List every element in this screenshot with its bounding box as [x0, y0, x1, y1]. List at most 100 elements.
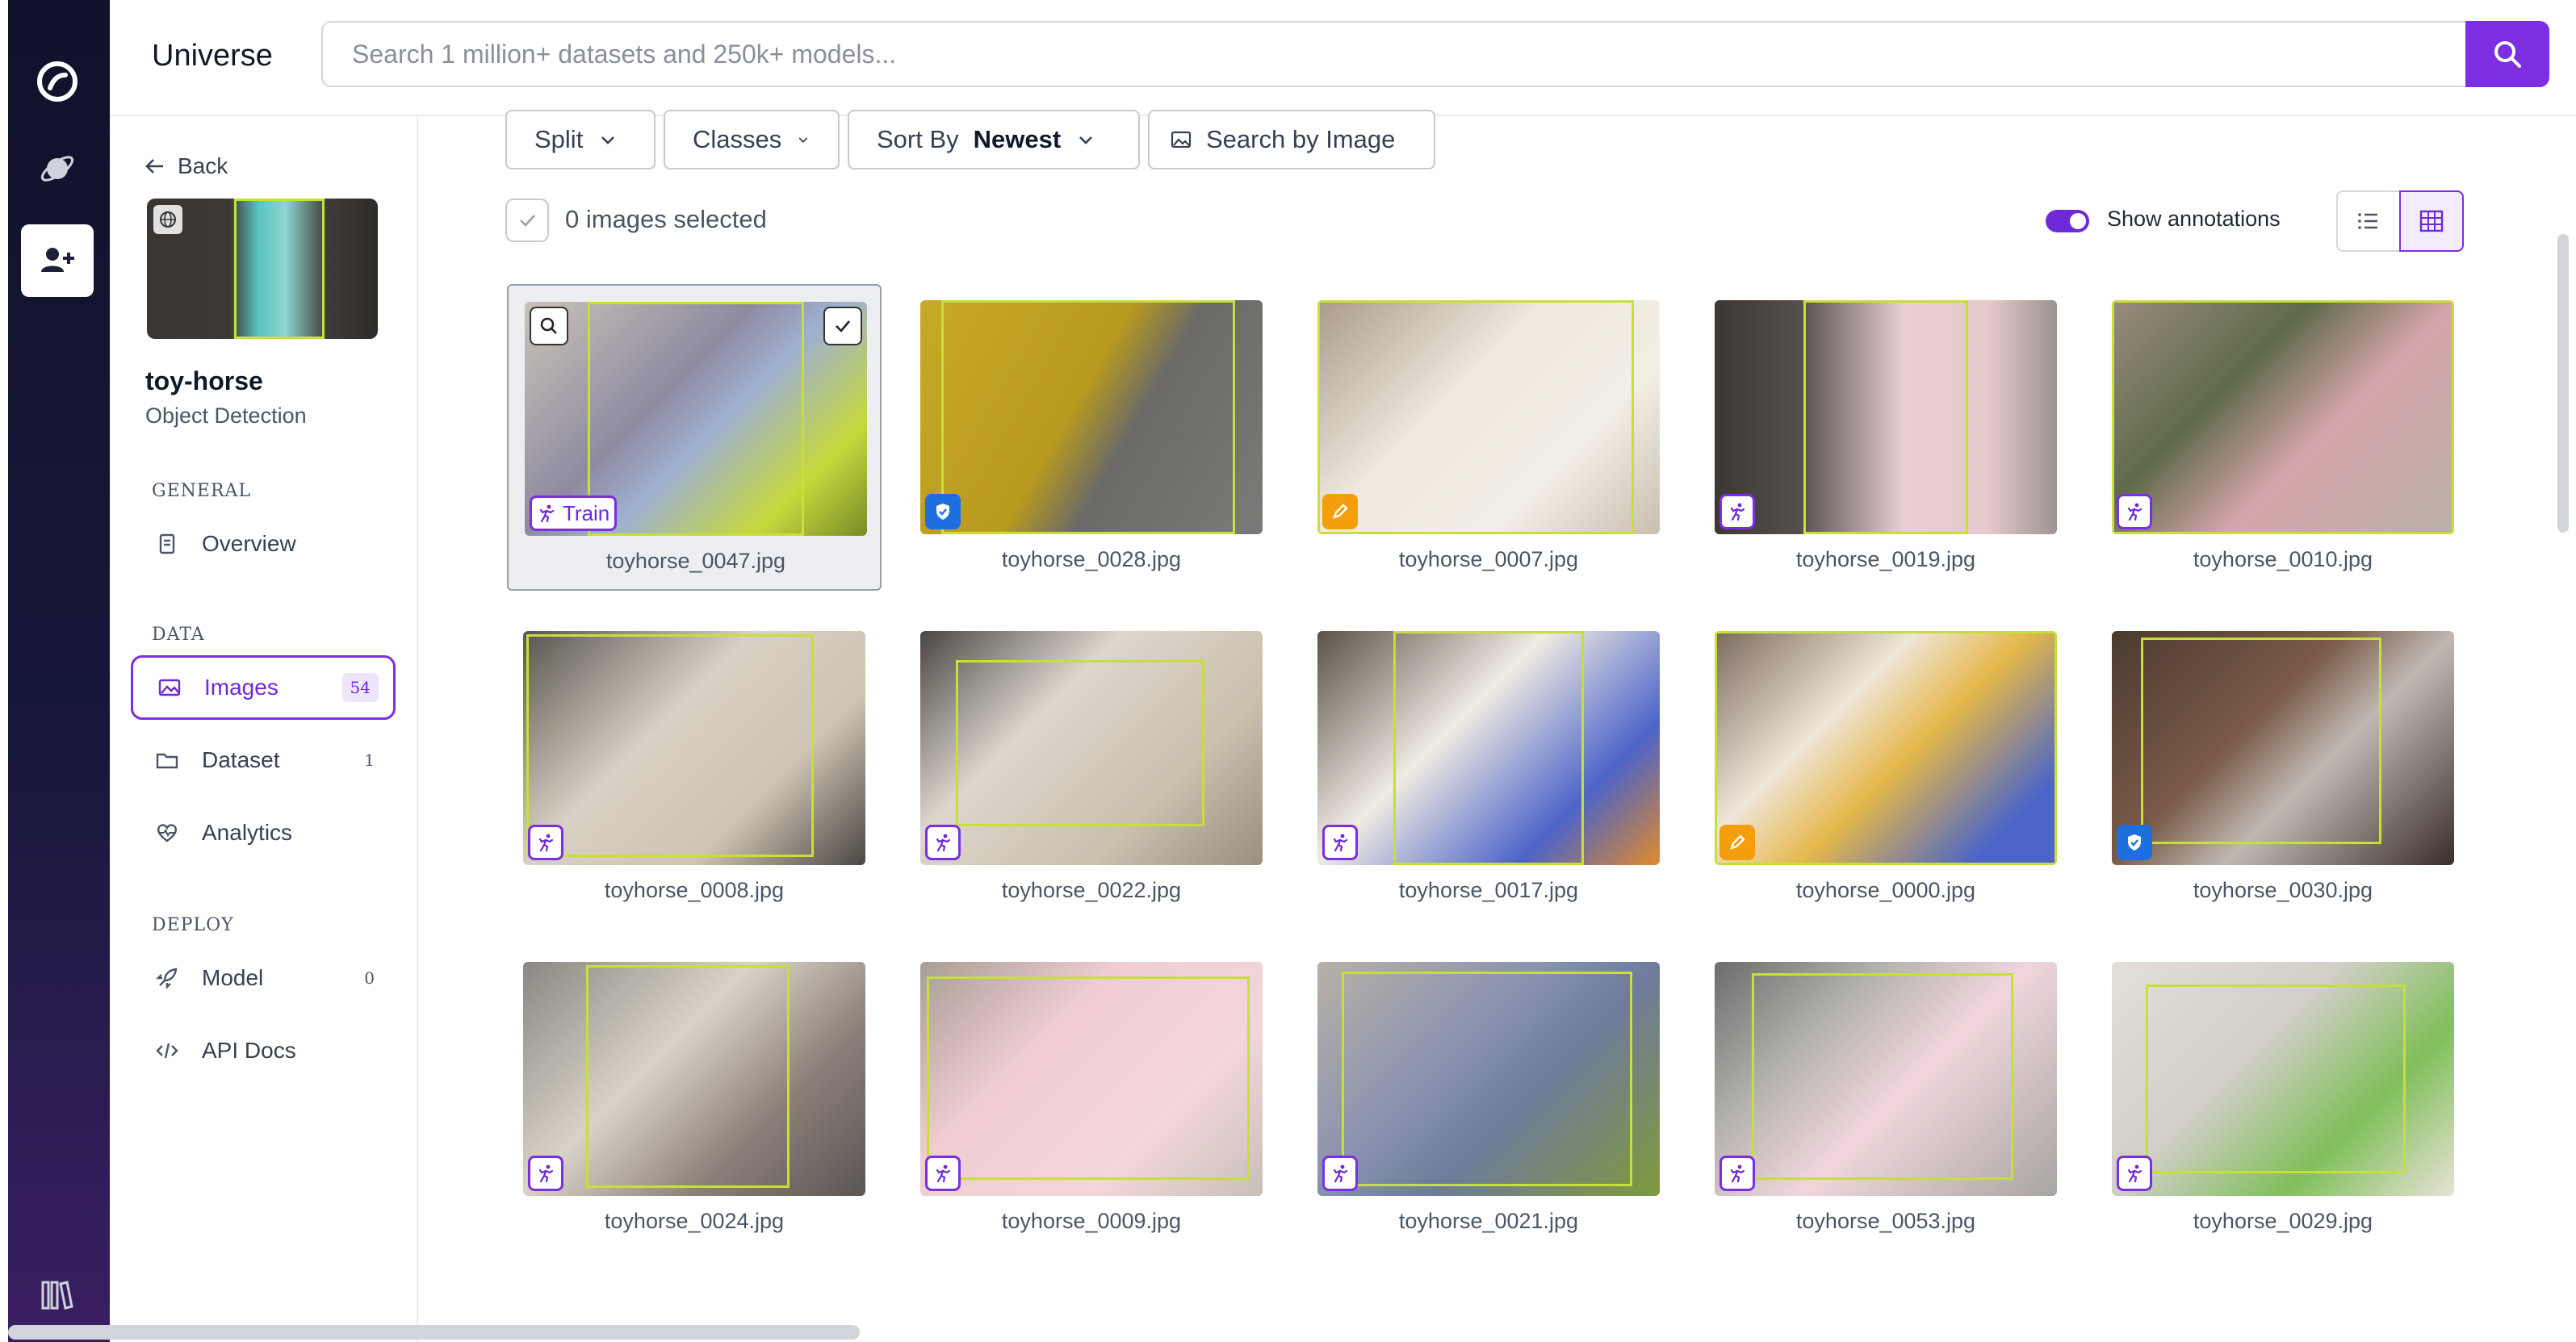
running-icon	[1333, 834, 1348, 852]
arrow-left-icon	[145, 159, 163, 173]
sort-value: Newest	[973, 125, 1062, 153]
image-thumbnail[interactable]	[1317, 962, 1660, 1196]
vertical-scrollbar[interactable]	[2557, 234, 2569, 533]
grid-view-button[interactable]	[2399, 190, 2464, 252]
sidebar-item-api-docs[interactable]: API Docs	[131, 1018, 396, 1083]
sort-filter[interactable]: Sort By Newest	[848, 110, 1140, 169]
globe-icon	[153, 205, 182, 234]
split-label: Split	[534, 125, 584, 153]
image-filename: toyhorse_0029.jpg	[2193, 1209, 2373, 1233]
image-card[interactable]: toyhorse_0030.jpg	[2096, 615, 2470, 922]
show-annotations-label: Show annotations	[2107, 207, 2281, 231]
annotation-bbox	[588, 302, 804, 536]
split-badge	[1719, 1156, 1755, 1191]
selected-count: 0 images selected	[565, 205, 767, 233]
image-thumbnail[interactable]	[920, 300, 1263, 534]
image-filename: toyhorse_0019.jpg	[1795, 547, 1976, 571]
image-card[interactable]: toyhorse_0017.jpg	[1301, 615, 1676, 922]
annotation-bbox	[2146, 985, 2406, 1173]
split-badge	[2117, 825, 2152, 860]
select-image-checkbox[interactable]	[823, 307, 862, 345]
back-link[interactable]: Back	[144, 153, 228, 179]
image-card[interactable]: toyhorse_0008.jpg	[507, 615, 882, 922]
dataset-count: 1	[364, 750, 375, 770]
split-badge	[1719, 825, 1755, 860]
code-icon	[156, 1043, 178, 1059]
image-card[interactable]: toyhorse_0000.jpg	[1698, 615, 2073, 922]
sidebar-item-dataset[interactable]: Dataset 1	[131, 728, 396, 792]
planet-icon[interactable]	[21, 132, 94, 205]
check-icon	[836, 320, 850, 332]
running-icon	[538, 1164, 554, 1183]
section-deploy: DEPLOY	[152, 915, 234, 935]
image-card[interactable]: toyhorse_0019.jpg	[1698, 284, 2073, 591]
image-thumbnail[interactable]	[523, 962, 865, 1196]
image-thumbnail[interactable]	[2112, 631, 2454, 865]
list-view-button[interactable]	[2336, 190, 2401, 252]
split-filter[interactable]: Split	[505, 110, 656, 169]
sidebar-item-analytics[interactable]: Analytics	[131, 801, 396, 865]
image-thumbnail[interactable]	[2112, 962, 2454, 1196]
image-filename: toyhorse_0010.jpg	[2193, 547, 2373, 571]
running-icon	[538, 834, 554, 852]
image-thumbnail[interactable]	[1317, 300, 1660, 534]
annotation-bbox	[526, 634, 814, 857]
image-thumbnail[interactable]	[1715, 962, 2057, 1196]
annotation-bbox	[1752, 973, 2013, 1180]
library-icon[interactable]	[21, 1259, 94, 1332]
running-icon	[539, 504, 555, 523]
image-card[interactable]: toyhorse_0010.jpg	[2096, 284, 2470, 591]
check-icon	[520, 215, 535, 227]
image-card[interactable]: toyhorse_0007.jpg	[1301, 284, 1676, 591]
image-thumbnail[interactable]: Train	[525, 302, 867, 536]
search-by-image-label: Search by Image	[1206, 125, 1396, 153]
add-user-icon[interactable]	[21, 224, 94, 297]
image-card[interactable]: toyhorse_0053.jpg	[1698, 946, 2073, 1252]
image-thumbnail[interactable]	[920, 631, 1263, 865]
running-icon	[1333, 1164, 1348, 1183]
annotation-bbox	[2112, 300, 2454, 534]
image-card[interactable]: toyhorse_0029.jpg	[2096, 946, 2470, 1252]
sidebar-item-overview[interactable]: Overview	[131, 512, 396, 576]
roboflow-logo-icon[interactable]	[21, 45, 94, 118]
sidebar-item-model[interactable]: Model 0	[131, 946, 396, 1010]
sort-label: Sort By	[877, 125, 959, 153]
classes-filter[interactable]: Classes	[664, 110, 840, 169]
search-box	[321, 21, 2469, 87]
search-input[interactable]	[323, 23, 2469, 86]
image-card[interactable]: toyhorse_0022.jpg	[904, 615, 1279, 922]
image-card[interactable]: toyhorse_0028.jpg	[904, 284, 1279, 591]
image-thumbnail[interactable]	[523, 631, 865, 865]
image-thumbnail[interactable]	[2112, 300, 2454, 534]
chevron-down-icon	[1079, 136, 1093, 144]
back-label: Back	[178, 153, 228, 178]
horizontal-scrollbar[interactable]	[8, 1325, 860, 1340]
running-icon	[1730, 503, 1745, 521]
image-card[interactable]: toyhorse_0024.jpg	[507, 946, 882, 1252]
split-badge	[925, 494, 961, 529]
sidebar-item-label: Analytics	[202, 820, 293, 845]
split-badge	[2117, 1156, 2152, 1191]
search-by-image-button[interactable]: Search by Image	[1148, 110, 1435, 169]
select-all-checkbox[interactable]	[505, 199, 549, 242]
project-thumbnail	[147, 199, 378, 339]
split-badge	[528, 825, 563, 860]
brand-title[interactable]: Universe	[152, 39, 273, 73]
image-icon	[158, 679, 181, 696]
image-thumbnail[interactable]	[1715, 631, 2057, 865]
image-thumbnail[interactable]	[1715, 300, 2057, 534]
image-thumbnail[interactable]	[1317, 631, 1660, 865]
running-icon	[2127, 503, 2142, 521]
sidebar-item-label: API Docs	[202, 1038, 296, 1063]
search-button[interactable]	[2465, 21, 2549, 87]
image-card[interactable]: toyhorse_0009.jpg	[904, 946, 1279, 1252]
split-badge	[2117, 494, 2152, 529]
image-thumbnail[interactable]	[920, 962, 1263, 1196]
preview-button[interactable]	[530, 307, 568, 345]
image-card[interactable]: Train toyhorse_0047.jpg	[507, 284, 882, 591]
split-badge	[1322, 825, 1358, 860]
sidebar-item-images[interactable]: Images 54	[131, 655, 396, 720]
show-annotations-toggle[interactable]	[2046, 210, 2089, 232]
shield-check-icon	[2128, 834, 2141, 851]
image-card[interactable]: toyhorse_0021.jpg	[1301, 946, 1676, 1252]
